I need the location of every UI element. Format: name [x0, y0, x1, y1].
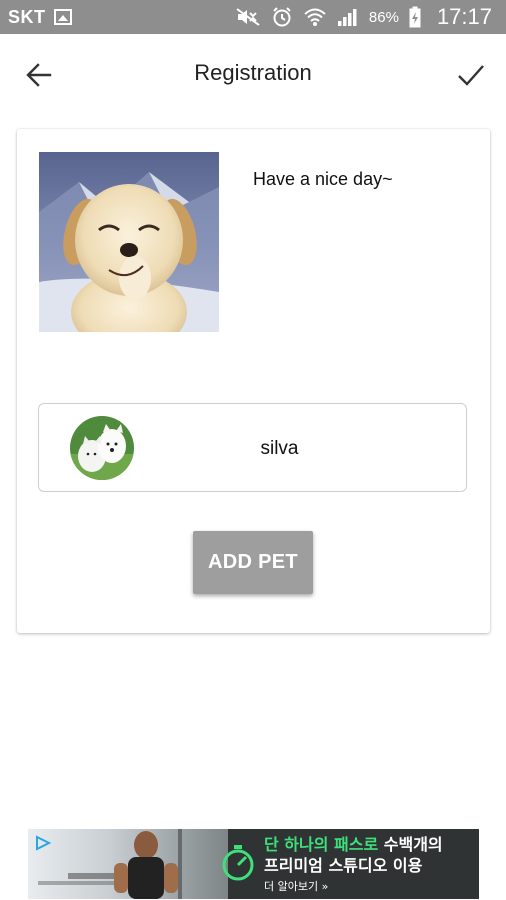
ad-line-1-rest: 수백개의	[378, 835, 443, 854]
ad-line-2: 프리미엄 스튜디오 이용	[264, 856, 423, 875]
registration-card: Have a nice day~ silva ADD PET	[17, 129, 490, 633]
ad-highlight: 단 하나의 패스로	[264, 835, 379, 854]
battery-percent: 86%	[368, 8, 399, 26]
pet-name: silva	[260, 438, 299, 459]
ad-learn-more[interactable]: 더 알아보기 »	[264, 876, 443, 897]
check-icon	[458, 65, 484, 86]
ad-image	[28, 829, 228, 899]
ad-line-1: 단 하나의 패스로 수백개의	[264, 834, 443, 855]
mute-icon	[235, 7, 261, 27]
greeting-text: Have a nice day~	[253, 169, 393, 189]
battery-icon	[409, 6, 421, 28]
ad-choices-icon[interactable]	[35, 835, 52, 856]
ad-text: 단 하나의 패스로 수백개의 프리미엄 스튜디오 이용 더 알아보기 »	[264, 834, 443, 897]
app-toolbar: Registration	[0, 34, 506, 116]
status-bar: SKT 86% 17:17	[0, 0, 506, 34]
carrier-label: SKT	[8, 6, 46, 27]
alarm-icon	[271, 6, 293, 28]
puppy-photo[interactable]	[39, 152, 219, 332]
gallery-icon	[53, 9, 72, 25]
stopwatch-icon	[220, 843, 256, 888]
wifi-icon	[303, 7, 327, 27]
ad-banner[interactable]: 단 하나의 패스로 수백개의 프리미엄 스튜디오 이용 더 알아보기 »	[28, 829, 479, 899]
add-pet-button[interactable]: ADD PET	[193, 531, 313, 594]
pet-list-item[interactable]: silva	[38, 403, 467, 492]
clock: 17:17	[436, 4, 492, 29]
page-title: Registration	[194, 60, 312, 85]
signal-icon	[337, 7, 359, 27]
confirm-button[interactable]	[454, 58, 488, 92]
